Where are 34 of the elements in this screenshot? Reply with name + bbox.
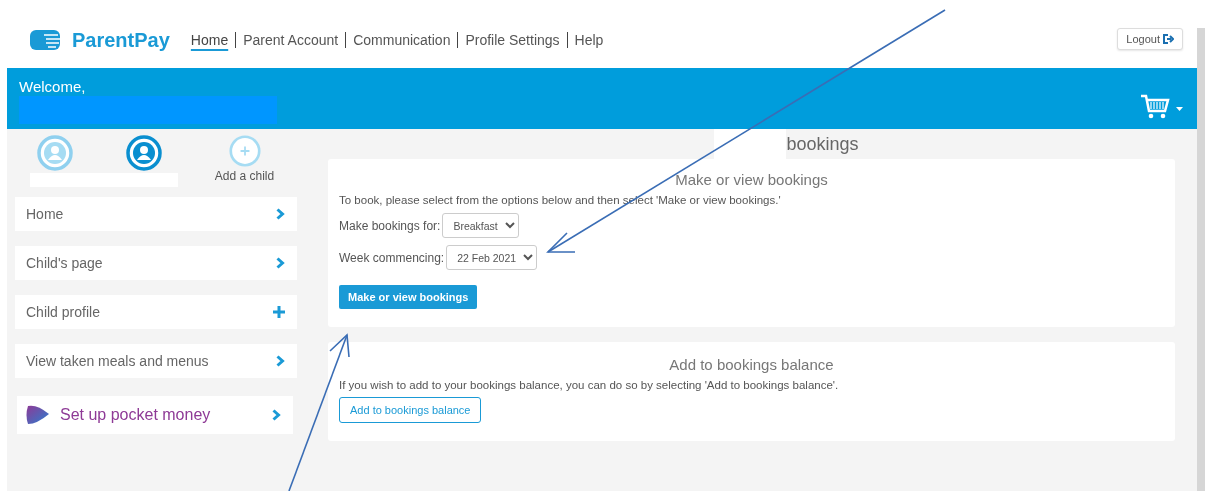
child-avatar-icon[interactable] <box>125 135 162 171</box>
nav-link[interactable]: Communication <box>346 32 459 48</box>
plus-icon <box>273 306 285 318</box>
logout-icon <box>1163 34 1174 44</box>
nav-link[interactable]: Profile Settings <box>458 32 568 48</box>
balance-text: If you wish to add to your bookings balance, you can do so by selecting 'Add to bookings balance'. <box>339 379 840 391</box>
sidebar-item[interactable]: Child's page <box>15 246 297 280</box>
field-label: Week commencing: <box>339 250 445 265</box>
add-child-label[interactable]: Add a child <box>214 169 275 183</box>
chevron-right-icon <box>276 257 285 269</box>
card-title: Add to bookings balance <box>668 356 835 373</box>
cart-icon[interactable] <box>1140 94 1170 120</box>
sidebar-item[interactable]: Set up pocket money <box>17 396 293 434</box>
brand-name: ParentPay <box>72 28 170 52</box>
page-title: bookings <box>786 133 859 155</box>
sidebar-item[interactable]: Child profile <box>15 295 297 329</box>
sidebar-item[interactable]: Home <box>15 197 297 231</box>
dropdown-field[interactable]: Breakfast <box>442 213 520 238</box>
nav-link[interactable]: Help <box>567 32 611 48</box>
child-avatar-icon[interactable] <box>37 135 73 171</box>
speech-bubble-logo-icon <box>25 404 50 426</box>
welcome-text: Welcome, <box>19 78 87 95</box>
logout-button[interactable]: Logout <box>1117 28 1183 50</box>
caret-icon[interactable] <box>1176 107 1183 111</box>
chevron-right-icon <box>276 355 285 367</box>
chevron-right-icon <box>276 208 285 220</box>
card-title: Make or view bookings <box>674 171 829 188</box>
sidebar-item[interactable]: View taken meals and menus <box>15 344 297 378</box>
nav-link[interactable]: Home <box>183 32 237 48</box>
field-label: Make bookings for: <box>339 218 441 233</box>
scrollbar[interactable] <box>1197 28 1205 491</box>
dropdown-field[interactable]: 22 Feb 2021 <box>446 245 538 270</box>
chevron-right-icon <box>272 409 281 421</box>
nav-link[interactable]: Parent Account <box>236 32 347 48</box>
